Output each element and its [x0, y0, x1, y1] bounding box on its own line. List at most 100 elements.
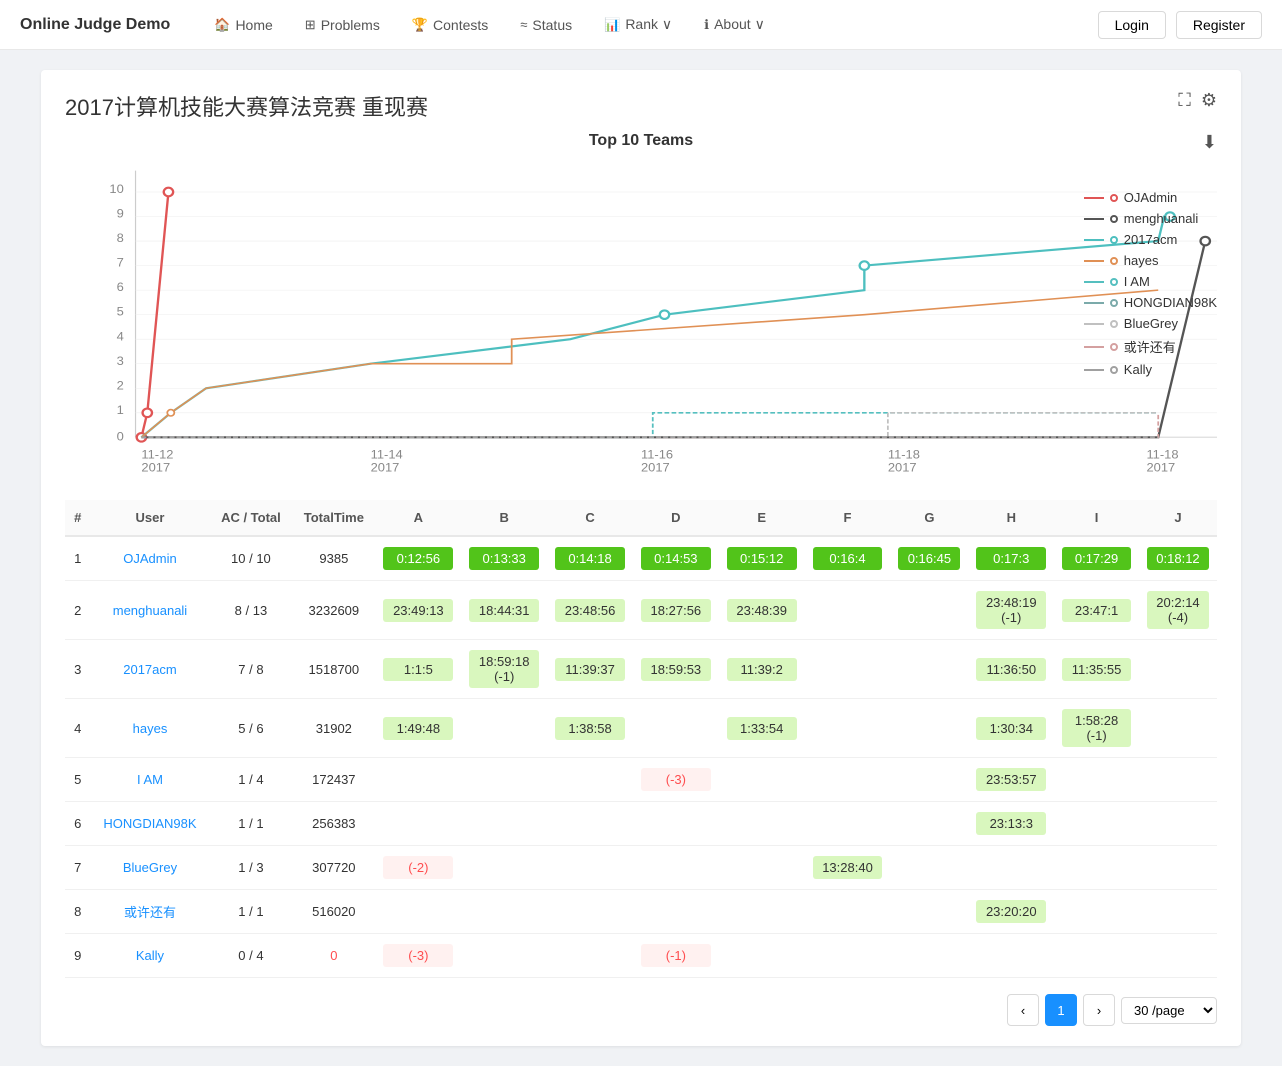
- user-link[interactable]: BlueGrey: [123, 860, 177, 875]
- settings-icon[interactable]: ⚙: [1201, 90, 1217, 111]
- legend-menghuanali: menghuanali: [1084, 211, 1217, 226]
- problem-cell-I: 11:35:55: [1054, 640, 1139, 699]
- main-content: 2017计算机技能大赛算法竞赛 重现赛 ⛶ ⚙ Top 10 Teams ⬇ 0: [21, 50, 1261, 1066]
- nav-rank[interactable]: 📊Rank ∨: [590, 0, 686, 50]
- user-link[interactable]: HONGDIAN98K: [103, 816, 196, 831]
- nav-right: Login Register: [1098, 11, 1262, 39]
- legend-hayes: hayes: [1084, 253, 1217, 268]
- legend-label-hayes: hayes: [1124, 253, 1159, 268]
- problem-cell-F: 13:28:40: [805, 846, 891, 890]
- nav-problems[interactable]: ⊞Problems: [291, 0, 394, 50]
- problem-cell-H: 11:36:50: [968, 640, 1054, 699]
- total-time-cell: 307720: [292, 846, 375, 890]
- chart-svg: 0 1 2 3 4 5 6 7 8: [65, 160, 1217, 480]
- problem-cell-F: [805, 699, 891, 758]
- legend-label-kally: Kally: [1124, 362, 1152, 377]
- user-link[interactable]: 或许还有: [124, 905, 176, 920]
- user-cell: Kally: [90, 934, 209, 978]
- user-cell: I AM: [90, 758, 209, 802]
- col-f: F: [805, 500, 891, 536]
- problem-cell-F: [805, 802, 891, 846]
- col-d: D: [633, 500, 719, 536]
- col-a: A: [375, 500, 461, 536]
- login-button[interactable]: Login: [1098, 11, 1166, 39]
- problem-cell-C: [547, 846, 633, 890]
- nav-brand: Online Judge Demo: [20, 16, 170, 34]
- problem-cell-I: [1054, 934, 1139, 978]
- problem-cell-J: [1139, 758, 1217, 802]
- problem-cell-J: [1139, 640, 1217, 699]
- rank-cell: 3: [65, 640, 90, 699]
- problem-cell-C: 11:39:37: [547, 640, 633, 699]
- problem-cell-J: [1139, 846, 1217, 890]
- problem-cell-H: 1:30:34: [968, 699, 1054, 758]
- legend-line-huoxu: [1084, 346, 1104, 348]
- register-button[interactable]: Register: [1176, 11, 1262, 39]
- problem-cell-E: [719, 890, 805, 934]
- svg-text:2017: 2017: [1146, 461, 1175, 474]
- nav-status[interactable]: ≈Status: [506, 0, 586, 50]
- problem-cell-G: [890, 640, 968, 699]
- header-actions: ⛶ ⚙: [1178, 90, 1217, 111]
- user-link[interactable]: 2017acm: [123, 662, 176, 677]
- problem-cell-H: 0:17:3: [968, 536, 1054, 581]
- svg-text:11-18: 11-18: [888, 448, 920, 461]
- problem-cell-I: [1054, 802, 1139, 846]
- problem-cell-H: 23:20:20: [968, 890, 1054, 934]
- problem-cell-D: (-3): [633, 758, 719, 802]
- problem-cell-B: [461, 699, 547, 758]
- problem-cell-I: 1:58:28(-1): [1054, 699, 1139, 758]
- problem-cell-I: 0:17:29: [1054, 536, 1139, 581]
- next-page-button[interactable]: ›: [1083, 994, 1115, 1026]
- problem-cell-G: 0:16:45: [890, 536, 968, 581]
- user-link[interactable]: hayes: [133, 721, 168, 736]
- problem-cell-A: (-2): [375, 846, 461, 890]
- problem-cell-I: 23:47:1: [1054, 581, 1139, 640]
- svg-text:3: 3: [117, 354, 124, 367]
- legend-label-2017acm: 2017acm: [1124, 232, 1177, 247]
- user-link[interactable]: menghuanali: [113, 603, 187, 618]
- user-link[interactable]: I AM: [137, 772, 163, 787]
- total-time-cell: 172437: [292, 758, 375, 802]
- page-1-button[interactable]: 1: [1045, 994, 1077, 1026]
- nav-contests[interactable]: 🏆Contests: [398, 0, 502, 50]
- user-link[interactable]: Kally: [136, 948, 164, 963]
- fullscreen-icon[interactable]: ⛶: [1178, 90, 1191, 111]
- problem-cell-C: 23:48:56: [547, 581, 633, 640]
- svg-text:2017: 2017: [888, 461, 917, 474]
- user-cell: HONGDIAN98K: [90, 802, 209, 846]
- ac-total-cell: 8 / 13: [210, 581, 293, 640]
- total-time-cell: 0: [292, 934, 375, 978]
- problem-cell-G: [890, 846, 968, 890]
- user-cell: BlueGrey: [90, 846, 209, 890]
- nav-about[interactable]: ℹAbout ∨: [690, 0, 779, 50]
- svg-text:2017: 2017: [371, 461, 400, 474]
- trophy-icon: 🏆: [412, 17, 428, 33]
- problem-cell-J: [1139, 934, 1217, 978]
- download-icon[interactable]: ⬇: [1202, 132, 1217, 153]
- svg-text:1: 1: [117, 403, 124, 416]
- legend-label-ojadmin: OJAdmin: [1124, 190, 1177, 205]
- problem-cell-A: 1:1:5: [375, 640, 461, 699]
- chart-legend: OJAdmin menghuanali 2017acm: [1084, 190, 1217, 377]
- problem-cell-E: [719, 934, 805, 978]
- problem-cell-D: 18:27:56: [633, 581, 719, 640]
- table-row: 6 HONGDIAN98K 1 / 1 256383 23:13:3: [65, 802, 1217, 846]
- rank-cell: 1: [65, 536, 90, 581]
- problem-cell-J: [1139, 802, 1217, 846]
- total-time-cell: 1518700: [292, 640, 375, 699]
- legend-label-iam: I AM: [1124, 274, 1150, 289]
- user-cell: OJAdmin: [90, 536, 209, 581]
- legend-line-ojadmin: [1084, 197, 1104, 199]
- chart-title: Top 10 Teams: [65, 132, 1217, 150]
- chart-container: Top 10 Teams ⬇ 0 1 2 3 4: [65, 132, 1217, 480]
- problem-cell-H: [968, 846, 1054, 890]
- user-link[interactable]: OJAdmin: [123, 551, 176, 566]
- page-size-select[interactable]: 30 /page 50 /page 100 /page: [1121, 997, 1217, 1024]
- legend-iam: I AM: [1084, 274, 1217, 289]
- ac-total-cell: 0 / 4: [210, 934, 293, 978]
- legend-line-kally: [1084, 369, 1104, 371]
- prev-page-button[interactable]: ‹: [1007, 994, 1039, 1026]
- legend-line-bluegrey: [1084, 323, 1104, 325]
- nav-home[interactable]: 🏠Home: [200, 0, 287, 50]
